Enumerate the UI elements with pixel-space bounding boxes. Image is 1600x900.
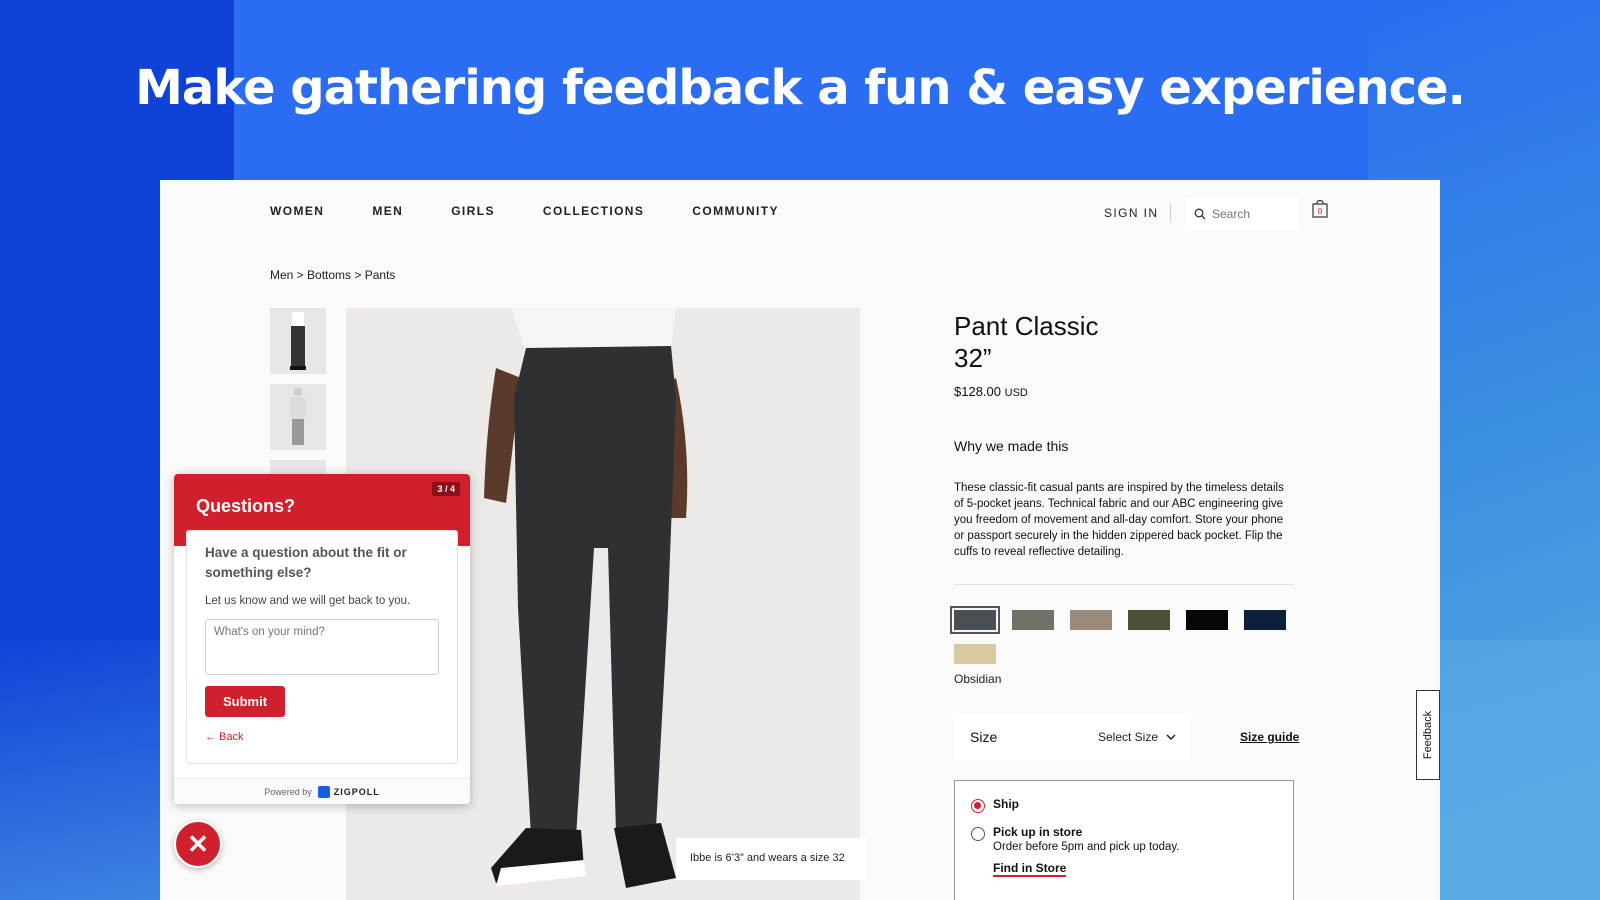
search-input[interactable] [1212, 207, 1296, 221]
why-heading: Why we made this [954, 438, 1069, 454]
color-swatch[interactable] [950, 606, 1000, 634]
divider [954, 584, 1294, 585]
product-description: These classic-fit casual pants are inspi… [954, 482, 1284, 558]
bag-count: 0 [1318, 207, 1323, 216]
nav-item-community[interactable]: COMMUNITY [692, 204, 779, 218]
product-title-line2: 32” [954, 343, 992, 373]
product-title-line1: Pant Classic [954, 311, 1099, 341]
chevron-down-icon [1166, 734, 1176, 741]
price-value: $128.00 [954, 384, 1001, 399]
nav-item-women[interactable]: WOMEN [270, 204, 324, 218]
radio-selected-icon[interactable] [971, 799, 985, 813]
back-link[interactable]: ← Back [205, 731, 439, 743]
size-dropdown-value: Select Size [1097, 730, 1158, 744]
color-swatch[interactable] [1244, 610, 1286, 630]
close-icon: ✕ [187, 828, 209, 859]
survey-widget: Questions? 3 / 4 Have a question about t… [174, 474, 470, 804]
search-icon [1194, 208, 1206, 220]
widget-title: Questions? [196, 496, 296, 516]
nav-item-collections[interactable]: COLLECTIONS [543, 204, 644, 218]
question-text: Have a question about the fit or somethi… [205, 545, 407, 580]
zigpoll-logo-icon [317, 785, 330, 798]
close-widget-button[interactable]: ✕ [174, 820, 222, 868]
pickup-subtext: Order before 5pm and pick up today. [993, 841, 1180, 853]
breadcrumb[interactable]: Men > Bottoms > Pants [270, 268, 395, 282]
brand-name: ZIGPOLL [333, 786, 380, 797]
product-thumbnail[interactable] [270, 308, 326, 374]
nav-item-girls[interactable]: GIRLS [451, 204, 495, 218]
size-guide-link[interactable]: Size guide [1240, 730, 1299, 744]
pickup-label: Pick up in store [993, 825, 1083, 839]
product-title: Pant Classic 32” [954, 310, 1099, 374]
step-badge: 3 / 4 [432, 482, 460, 496]
size-label: Size [970, 729, 998, 745]
search-box[interactable] [1186, 198, 1298, 230]
size-dropdown[interactable]: Select Size [1098, 730, 1176, 744]
color-swatch[interactable] [1128, 610, 1170, 630]
divider [1170, 204, 1171, 222]
product-price: $128.00 USD [954, 384, 1028, 399]
size-selector[interactable]: Size Select Size [954, 714, 1190, 760]
feedback-tab[interactable]: Feedback [1416, 690, 1440, 780]
headline: Make gathering feedback a fun & easy exp… [135, 60, 1466, 116]
main-nav: WOMEN MEN GIRLS COLLECTIONS COMMUNITY [270, 204, 779, 218]
color-swatches [950, 606, 1294, 664]
question-subtext: Let us know and we will get back to you. [205, 595, 411, 607]
ship-label: Ship [993, 797, 1019, 811]
widget-footer: Powered by ZIGPOLL [174, 778, 470, 804]
powered-by-label: Powered by [264, 786, 312, 797]
delivery-options: Ship Pick up in store Order before 5pm a… [954, 780, 1294, 900]
store-screenshot: WOMEN MEN GIRLS COLLECTIONS COMMUNITY SI… [160, 180, 1440, 900]
nav-item-men[interactable]: MEN [372, 204, 403, 218]
feedback-textarea[interactable] [205, 619, 439, 675]
product-thumbnail[interactable] [270, 384, 326, 450]
selected-color-name: Obsidian [954, 672, 1002, 686]
color-swatch[interactable] [1186, 610, 1228, 630]
question-card: Have a question about the fit or somethi… [186, 530, 458, 764]
price-currency: USD [1004, 387, 1028, 399]
sign-in-link[interactable]: SIGN IN [1104, 206, 1158, 220]
submit-button[interactable]: Submit [205, 686, 286, 717]
radio-unselected-icon[interactable] [971, 827, 985, 841]
ship-option[interactable]: Ship [971, 797, 1277, 813]
zigpoll-logo[interactable]: ZIGPOLL [317, 785, 380, 798]
model-caption: Ibbe is 6’3” and wears a size 32 [676, 838, 866, 880]
color-swatch[interactable] [954, 644, 996, 664]
pickup-option[interactable]: Pick up in store Order before 5pm and pi… [971, 825, 1277, 877]
feedback-tab-label: Feedback [1422, 710, 1434, 760]
find-in-store-link[interactable]: Find in Store [993, 861, 1067, 877]
shopping-bag-icon[interactable]: 0 [1312, 200, 1328, 218]
color-swatch[interactable] [1070, 610, 1112, 630]
color-swatch[interactable] [1012, 610, 1054, 630]
